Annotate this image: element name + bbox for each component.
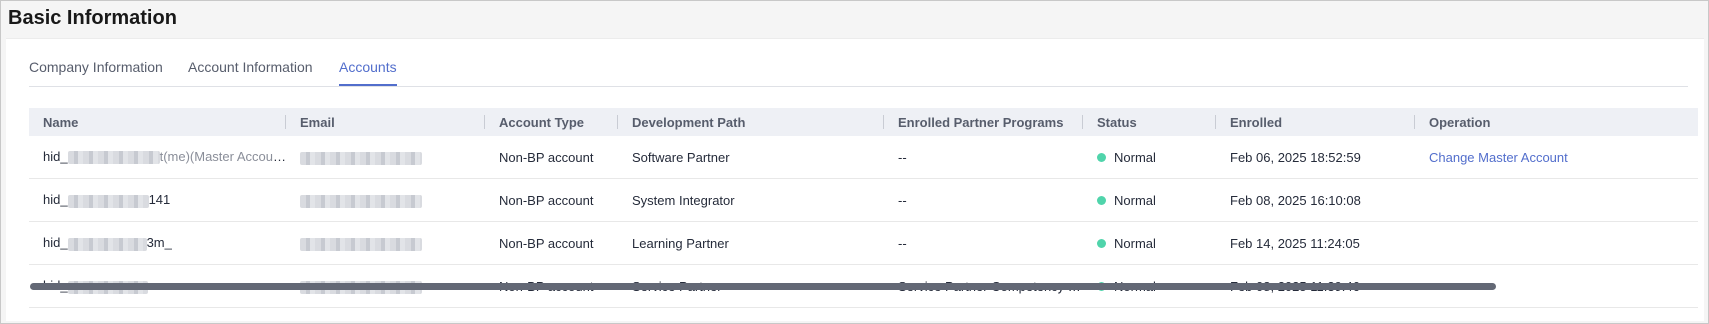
masked-name — [67, 237, 147, 251]
column-header-name[interactable]: Name — [29, 108, 286, 136]
tab-bar: Company Information Account Information … — [29, 39, 1688, 87]
cell-status: Normal — [1083, 178, 1216, 222]
table-header-row: Name Email Account Type Development Path… — [29, 108, 1698, 136]
cell-status: Normal — [1083, 136, 1216, 179]
table-row: hid_ 141 Non-BP account System Integrator… — [29, 178, 1698, 222]
cell-account-type: Non-BP account — [485, 221, 618, 265]
masked-name — [67, 194, 149, 208]
cell-email — [286, 136, 485, 179]
cell-name: hid_ 141 — [29, 178, 286, 222]
accounts-table: Name Email Account Type Development Path… — [29, 108, 1698, 308]
window-frame: Basic Information Company Information Ac… — [0, 0, 1709, 324]
column-header-development-path[interactable]: Development Path — [618, 108, 884, 136]
cell-operation: Change Master Account — [1415, 136, 1698, 179]
cell-enrolled: Feb 14, 2025 11:24:05 — [1216, 221, 1415, 265]
cell-programs: -- — [884, 178, 1083, 222]
column-header-account-type[interactable]: Account Type — [485, 108, 618, 136]
tab-accounts[interactable]: Accounts — [339, 59, 397, 86]
cell-programs: -- — [884, 136, 1083, 179]
cell-programs: -- — [884, 221, 1083, 265]
column-header-operation: Operation — [1415, 108, 1698, 136]
cell-email — [286, 178, 485, 222]
content-panel: Company Information Account Information … — [6, 38, 1704, 321]
cell-development-path: Software Partner — [618, 136, 884, 179]
column-header-email[interactable]: Email — [286, 108, 485, 136]
masked-email — [300, 237, 422, 251]
cell-enrolled: Feb 06, 2025 18:52:59 — [1216, 136, 1415, 179]
masked-name — [67, 150, 160, 164]
cell-status: Normal — [1083, 221, 1216, 265]
cell-development-path: Learning Partner — [618, 221, 884, 265]
cell-account-type: Non-BP account — [485, 136, 618, 179]
tab-account-information[interactable]: Account Information — [188, 59, 313, 84]
cell-enrolled: Feb 08, 2025 16:10:08 — [1216, 178, 1415, 222]
cell-name: hid_ 3m_ — [29, 221, 286, 265]
column-header-status[interactable]: Status — [1083, 108, 1216, 136]
cell-operation — [1415, 178, 1698, 222]
column-header-enrolled[interactable]: Enrolled — [1216, 108, 1415, 136]
horizontal-scrollbar[interactable] — [30, 283, 1496, 290]
page-title: Basic Information — [8, 7, 177, 29]
cell-operation — [1415, 221, 1698, 265]
status-dot-icon — [1097, 238, 1106, 248]
status-dot-icon — [1097, 152, 1106, 162]
status-dot-icon — [1097, 195, 1106, 205]
change-master-account-link[interactable]: Change Master Account — [1429, 150, 1568, 165]
accounts-table-container: Name Email Account Type Development Path… — [29, 108, 1698, 308]
cell-name: hid_t(me)(Master Account)? — [29, 136, 286, 179]
tab-company-information[interactable]: Company Information — [29, 59, 163, 84]
table-row: hid_ 3m_ Non-BP account Learning Partner … — [29, 221, 1698, 265]
table-row: hid_t(me)(Master Account)? Non-BP accoun… — [29, 136, 1698, 179]
cell-development-path: System Integrator — [618, 178, 884, 222]
cell-account-type: Non-BP account — [485, 178, 618, 222]
cell-email — [286, 221, 485, 265]
column-header-enrolled-programs[interactable]: Enrolled Partner Programs — [884, 108, 1083, 136]
masked-email — [300, 194, 422, 208]
masked-email — [300, 151, 422, 165]
